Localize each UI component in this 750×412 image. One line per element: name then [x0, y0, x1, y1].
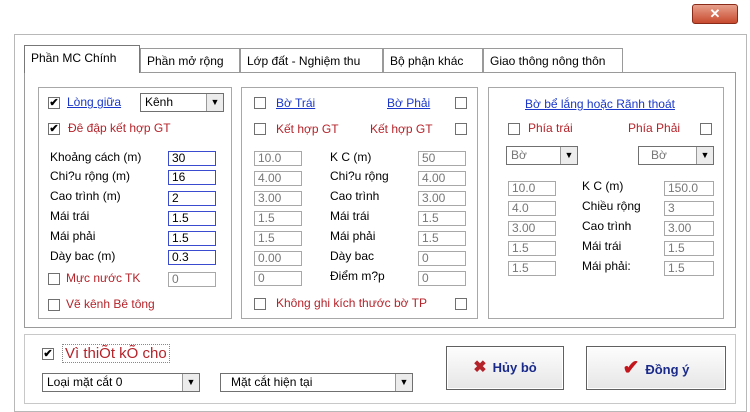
chieu-rong-input[interactable]: 16 — [168, 170, 216, 185]
day-bac-input[interactable]: 0.3 — [168, 250, 216, 265]
be-trai-mai-phai-input[interactable]: 1.5 — [508, 261, 556, 276]
be-lang-title: Bờ bể lắng hoặc Rãnh thoát — [525, 97, 675, 111]
mai-phai-input[interactable]: 1.5 — [168, 231, 216, 246]
bo-phai-day-bac-input[interactable]: 0 — [418, 251, 466, 266]
bo-trai-diem-map-input[interactable]: 0 — [254, 271, 302, 286]
field-label: Mái phải: — [582, 259, 631, 273]
be-trai-cao-trinh-input[interactable]: 3.00 — [508, 221, 556, 236]
tab-giao-thong-nong-thon[interactable]: Giao thông nông thôn — [483, 48, 623, 72]
field-label: Mái phải — [50, 229, 96, 243]
be-phai-mai-phai-input[interactable]: 1.5 — [664, 261, 714, 276]
tab-phan-mc-chinh[interactable]: Phần MC Chính — [24, 45, 140, 73]
cancel-button[interactable]: ✖ Hủy bỏ — [446, 346, 564, 390]
muc-nuoc-label: Mực nước TK — [66, 271, 141, 285]
cao-trinh-input[interactable]: 2 — [168, 191, 216, 206]
chevron-down-icon[interactable]: ▼ — [560, 147, 577, 164]
ve-kenh-label: Vẽ kênh Bê tông — [66, 297, 155, 311]
field-label: Cao trình — [582, 219, 632, 233]
chevron-down-icon[interactable]: ▼ — [182, 374, 199, 391]
bo-phai-label: Bờ Phải — [387, 96, 431, 110]
be-trai-chieu-rong-input[interactable]: 4.0 — [508, 201, 556, 216]
chevron-down-icon[interactable]: ▼ — [206, 94, 223, 111]
close-icon: ✕ — [709, 6, 721, 21]
phia-phai-label: Phía Phải — [628, 121, 681, 135]
bo-trai-mai-trai-input[interactable]: 1.5 — [254, 211, 302, 226]
khong-ghi-checkbox-left[interactable] — [254, 298, 266, 310]
khoang-cach-input[interactable]: 30 — [168, 151, 216, 166]
phia-phai-checkbox[interactable] — [700, 123, 712, 135]
field-label: Cao trình — [330, 189, 380, 203]
be-trai-mai-trai-input[interactable]: 1.5 — [508, 241, 556, 256]
khong-ghi-label: Không ghi kích thước bờ TP — [276, 296, 427, 310]
field-label: Điểm m?p — [330, 269, 385, 283]
vi-thiet-label: Vì thiÕt kÕ cho — [62, 344, 170, 363]
be-trai-kc-input[interactable]: 10.0 — [508, 181, 556, 196]
close-x-icon: ✖ — [473, 359, 487, 376]
bo-phai-checkbox[interactable] — [455, 97, 467, 109]
kenh-select[interactable]: Kênh ▼ — [140, 93, 224, 112]
phia-trai-label: Phía trái — [528, 121, 573, 135]
bo-trai-mai-phai-input[interactable]: 1.5 — [254, 231, 302, 246]
be-phai-cao-trinh-input[interactable]: 3.00 — [664, 221, 714, 236]
ket-hop-left-checkbox[interactable] — [254, 123, 266, 135]
field-label: Dày bac — [330, 249, 375, 263]
khong-ghi-checkbox-right[interactable] — [455, 298, 467, 310]
field-label: Dày bac (m) — [50, 249, 116, 263]
mai-trai-input[interactable]: 1.5 — [168, 211, 216, 226]
field-label: Mái phải — [330, 229, 376, 243]
bo-trai-label: Bờ Trái — [276, 96, 316, 110]
tab-lop-dat-nghiem-thu[interactable]: Lớp đất - Nghiệm thu — [240, 48, 383, 72]
field-label: Chiều rộng — [582, 199, 641, 213]
long-giua-label: Lòng giữa — [67, 95, 122, 109]
ket-hop-left-label: Kết hợp GT — [276, 122, 339, 136]
muc-nuoc-input[interactable]: 0 — [168, 272, 216, 287]
bo-phai-mai-phai-input[interactable]: 1.5 — [418, 231, 466, 246]
field-label: Cao trình (m) — [50, 189, 121, 203]
ket-hop-right-checkbox[interactable] — [455, 123, 467, 135]
be-phai-kc-input[interactable]: 150.0 — [664, 181, 714, 196]
close-button[interactable]: ✕ — [692, 4, 738, 24]
vi-thiet-checkbox[interactable] — [42, 348, 54, 360]
be-phai-mai-trai-input[interactable]: 1.5 — [664, 241, 714, 256]
bo-trai-chieu-rong-input[interactable]: 4.00 — [254, 171, 302, 186]
bo-trai-kc-input[interactable]: 10.0 — [254, 151, 302, 166]
field-label: K C (m) — [582, 179, 624, 193]
bo-phai-cao-trinh-input[interactable]: 3.00 — [418, 191, 466, 206]
tab-phan-mo-rong[interactable]: Phần mở rộng — [140, 48, 240, 72]
chevron-down-icon[interactable]: ▼ — [696, 147, 713, 164]
field-label: Mái trái — [582, 239, 622, 253]
de-dap-checkbox[interactable] — [48, 123, 60, 135]
field-label: Mái trái — [330, 209, 370, 223]
field-label: Chi?u rộng (m) — [50, 169, 131, 183]
bo-phai-mai-trai-input[interactable]: 1.5 — [418, 211, 466, 226]
bo-phai-chieu-rong-input[interactable]: 4.00 — [418, 171, 466, 186]
left-bo-select[interactable]: Bờ ▼ — [506, 146, 578, 165]
phia-trai-checkbox[interactable] — [508, 123, 520, 135]
ok-button[interactable]: ✔ Đồng ý — [586, 346, 726, 390]
field-label: Chi?u rộng — [330, 169, 389, 183]
field-label: Khoảng cách (m) — [50, 150, 142, 164]
tab-bo-phan-khac[interactable]: Bộ phận khác — [383, 48, 483, 72]
checkmark-icon: ✔ — [622, 357, 640, 379]
ve-kenh-checkbox[interactable] — [48, 299, 60, 311]
bo-trai-day-bac-input[interactable]: 0.00 — [254, 251, 302, 266]
field-label: K C (m) — [330, 150, 372, 164]
bo-trai-cao-trinh-input[interactable]: 3.00 — [254, 191, 302, 206]
bo-trai-checkbox[interactable] — [254, 97, 266, 109]
be-phai-chieu-rong-input[interactable]: 3 — [664, 201, 714, 216]
field-label: Mái trái — [50, 209, 90, 223]
de-dap-label: Đê đập kết hợp GT — [68, 121, 171, 135]
right-bo-select[interactable]: Bờ ▼ — [638, 146, 714, 165]
muc-nuoc-checkbox[interactable] — [48, 273, 60, 285]
chevron-down-icon[interactable]: ▼ — [395, 374, 412, 391]
title-bar — [0, 0, 750, 30]
long-giua-checkbox[interactable] — [48, 97, 60, 109]
mat-cat-select[interactable]: Mặt cắt hiện tại ▼ — [220, 373, 413, 392]
ket-hop-right-label: Kết hợp GT — [370, 122, 433, 136]
bo-phai-diem-map-input[interactable]: 0 — [418, 271, 466, 286]
loai-mat-cat-select[interactable]: Loại mặt cắt 0 ▼ — [42, 373, 200, 392]
bo-phai-kc-input[interactable]: 50 — [418, 151, 466, 166]
